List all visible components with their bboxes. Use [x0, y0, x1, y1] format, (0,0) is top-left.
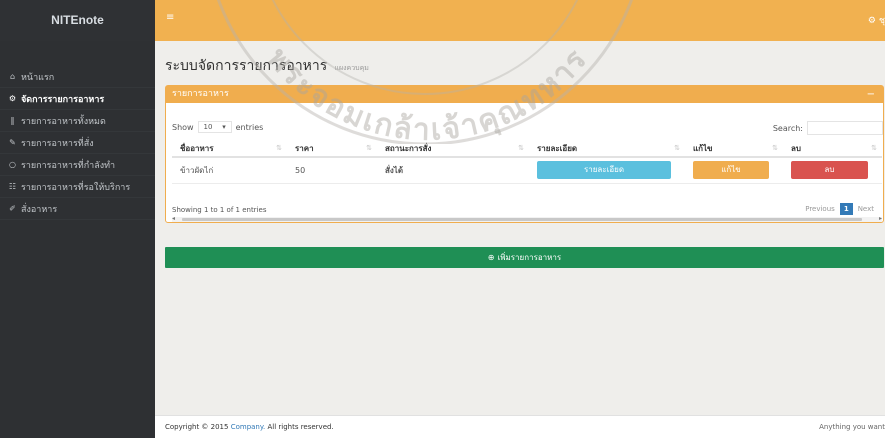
sidebar-item-label: รายการอาหารที่กำลังทำ [21, 160, 116, 171]
sidebar-item-order-food[interactable]: ✐ สั่งอาหาร [0, 198, 155, 220]
column-header-price[interactable]: ราคา ⇅ [287, 140, 377, 158]
page-title: ระบบจัดการรายการอาหาร [165, 58, 328, 74]
delete-button[interactable]: ลบ [791, 161, 868, 180]
edit-icon: ✎ [9, 138, 16, 147]
sidebar-item-label: สั่งอาหาร [21, 204, 58, 215]
show-label: Show [172, 122, 194, 132]
cell-food-name: ข้าวผัดไก่ [172, 157, 287, 184]
cell-price: 50 [287, 157, 377, 184]
list-icon: ☷ [8, 182, 17, 191]
sort-icon: ⇅ [366, 144, 372, 152]
brand-logo[interactable]: NITEnote [0, 0, 155, 41]
sidebar-item-label: รายการอาหารที่รอให้บริการ [21, 182, 131, 193]
table-row: ข้าวผัดไก่ 50 สั่งได้ รายละเอียด แก้ไข ล… [172, 157, 882, 184]
cell-edit: แก้ไข [685, 157, 783, 184]
scrollbar-thumb[interactable] [182, 218, 862, 221]
cutlery-icon: ‖ [10, 116, 15, 125]
edit-button[interactable]: แก้ไข [693, 161, 769, 180]
sidebar-item-ordered[interactable]: ✎ รายการอาหารที่สั่ง [0, 132, 155, 154]
sort-icon: ⇅ [871, 144, 877, 152]
scroll-left-icon[interactable]: ◂ [172, 215, 175, 222]
menu-toggle-icon[interactable]: ≡ [166, 13, 176, 23]
scroll-right-icon[interactable]: ▸ [879, 215, 882, 222]
cell-detail: รายละเอียด [529, 157, 685, 184]
horizontal-scrollbar[interactable]: ◂ ▸ [172, 215, 882, 222]
sidebar-item-label: หน้าแรก [21, 72, 55, 83]
sidebar-item-label: จัดการรายการอาหาร [21, 94, 105, 105]
add-food-label: เพิ่มรายการอาหาร [497, 253, 562, 262]
collapse-icon[interactable]: − [867, 86, 875, 103]
sidebar-item-label: รายการอาหารทั้งหมด [21, 116, 106, 127]
cell-order-status: สั่งได้ [377, 157, 529, 184]
page-subtitle: แผงควบคุม [334, 64, 369, 72]
pagination: Previous 1 Next [800, 203, 879, 215]
entries-label: entries [235, 122, 264, 132]
column-header-detail[interactable]: รายละเอียด ⇅ [529, 140, 685, 158]
detail-button[interactable]: รายละเอียด [537, 161, 671, 180]
table-header-row: ชื่ออาหาร ⇅ ราคา ⇅ สถานะการสั่ง ⇅ รายละเอีย… [172, 140, 882, 158]
entries-length-select[interactable]: 10 ▾ [197, 121, 232, 133]
previous-page-button[interactable]: Previous [800, 205, 840, 213]
footer-right-text: Anything you want [819, 423, 885, 431]
top-navbar: NITEnote ≡ ⚙ ชุ [0, 0, 885, 41]
next-page-button[interactable]: Next [853, 205, 879, 213]
company-link[interactable]: Company. [231, 423, 266, 431]
sidebar-item-manage-food[interactable]: ⚙ จัดการรายการอาหาร [0, 88, 155, 110]
page-header: ระบบจัดการรายการอาหาร แผงควบคุม [165, 55, 369, 77]
page-1-button[interactable]: 1 [839, 203, 853, 215]
add-food-button[interactable]: ⊕ เพิ่มรายการอาหาร [165, 247, 884, 268]
panel-heading: รายการอาหาร − [166, 86, 883, 103]
column-header-name[interactable]: ชื่ออาหาร ⇅ [172, 140, 287, 158]
cell-delete: ลบ [783, 157, 882, 184]
circle-icon: ○ [9, 160, 16, 169]
sort-icon: ⇅ [276, 144, 282, 152]
panel-title: รายการอาหาร [172, 89, 229, 99]
sidebar: ⌂ หน้าแรก ⚙ จัดการรายการอาหาร ‖ รายการอา… [0, 41, 155, 438]
gear-icon: ⚙ [867, 16, 876, 26]
sidebar-item-home[interactable]: ⌂ หน้าแรก [0, 66, 155, 88]
home-icon: ⌂ [9, 72, 16, 81]
page-footer: Copyright © 2015 Company. All rights res… [155, 415, 885, 438]
search-label: Search: [772, 123, 803, 133]
sidebar-item-all-food[interactable]: ‖ รายการอาหารทั้งหมด [0, 110, 155, 132]
entries-length-control: Show 10 ▾ entries [172, 121, 263, 133]
table-search: Search: [773, 121, 883, 135]
user-menu-label: ชุ [878, 16, 885, 26]
chevron-down-icon: ▾ [222, 123, 226, 131]
table-info: Showing 1 to 1 of 1 entries [172, 206, 267, 214]
sort-icon: ⇅ [772, 144, 778, 152]
column-header-status[interactable]: สถานะการสั่ง ⇅ [377, 140, 529, 158]
plus-circle-icon: ⊕ [487, 253, 495, 262]
sort-icon: ⇅ [674, 144, 680, 152]
sidebar-item-waiting-service[interactable]: ☷ รายการอาหารที่รอให้บริการ [0, 176, 155, 198]
entries-length-value: 10 [203, 123, 213, 131]
pencil-icon: ✐ [9, 204, 16, 213]
food-list-panel: รายการอาหาร − Show 10 ▾ entries Search: … [165, 85, 884, 223]
gear-icon: ⚙ [8, 94, 17, 103]
food-table: ชื่ออาหาร ⇅ ราคา ⇅ สถานะการสั่ง ⇅ รายละเอีย… [172, 140, 882, 184]
sidebar-item-label: รายการอาหารที่สั่ง [21, 138, 94, 149]
column-header-delete[interactable]: ลบ ⇅ [783, 140, 882, 158]
main-content: ระบบจัดการรายการอาหาร แผงควบคุม รายการอา… [155, 41, 885, 438]
column-header-edit[interactable]: แก้ไข ⇅ [685, 140, 783, 158]
sort-icon: ⇅ [518, 144, 524, 152]
search-input[interactable] [807, 121, 883, 135]
sidebar-item-cooking[interactable]: ○ รายการอาหารที่กำลังทำ [0, 154, 155, 176]
footer-copyright: Copyright © 2015 Company. All rights res… [165, 423, 334, 431]
user-menu[interactable]: ⚙ ชุ [868, 13, 885, 27]
